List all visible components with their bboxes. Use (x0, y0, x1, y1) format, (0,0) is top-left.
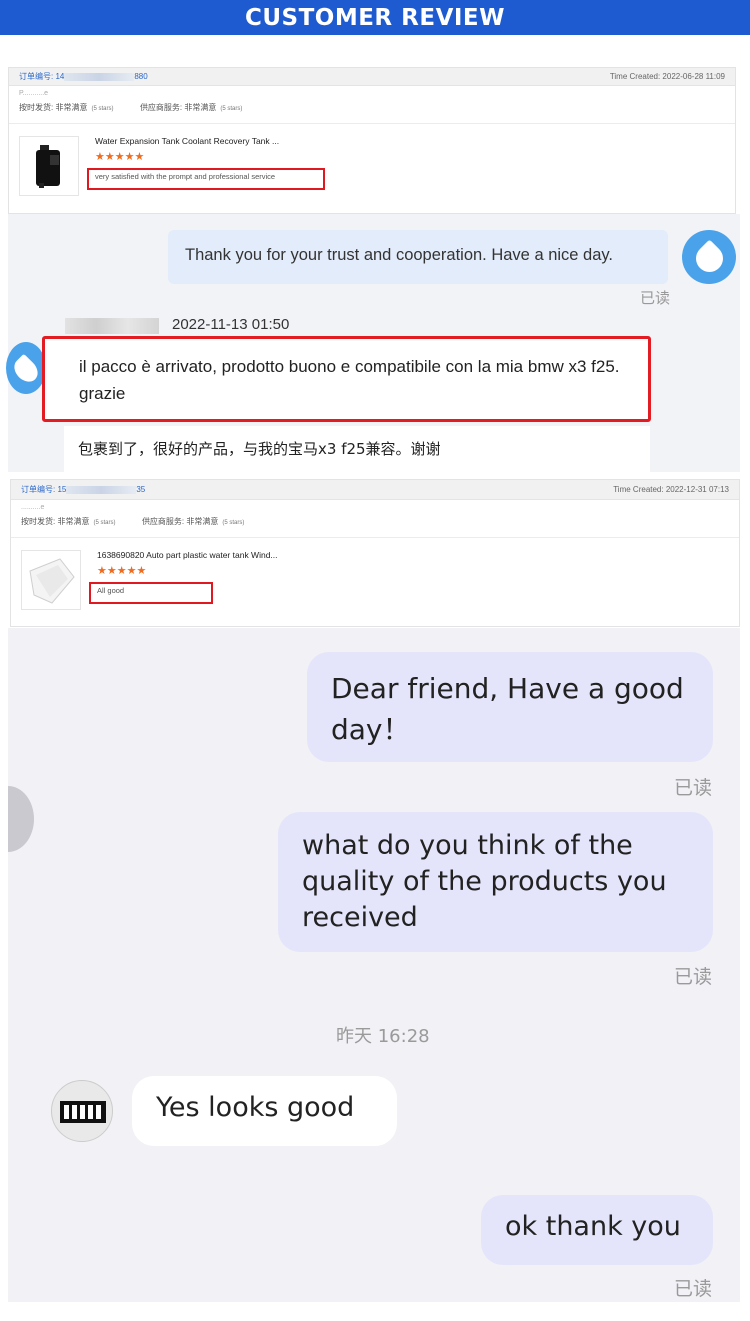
chat-panel: Dear friend, Have a good day！ 已读 what do… (8, 628, 740, 1302)
chat-panel: Thank you for your trust and cooperation… (6, 214, 740, 472)
order-number-label: 订单编号: 14 (19, 72, 65, 81)
water-drop-avatar-icon[interactable] (682, 230, 736, 284)
seller-message: ok thank you (481, 1195, 713, 1265)
page-title: CUSTOMER REVIEW (244, 4, 506, 31)
translation-text: 包裹到了，很好的产品，与我的宝马x3 f25兼容。谢谢 (64, 426, 650, 472)
buyer-message-text: il pacco è arrivato, prodotto buono e co… (79, 357, 620, 403)
shipping-rating: 按时发货: 非常满意 (21, 517, 90, 526)
buyer-message-text: Yes looks good (156, 1092, 355, 1123)
order-card: 订单编号: 14 880 Time Created: 2022-06-28 11:… (8, 67, 736, 214)
shipping-stars: (5 stars) (91, 106, 114, 112)
chat-timestamp: 昨天 16:28 (336, 1026, 430, 1047)
product-name[interactable]: Water Expansion Tank Coolant Recovery Ta… (95, 136, 279, 146)
redacted-order-number (64, 72, 135, 81)
buyer-message-highlight: il pacco è arrivato, prodotto buono e co… (42, 336, 651, 422)
message-timestamp: 2022-11-13 01:50 (172, 316, 290, 333)
seller-message-text: Thank you for your trust and cooperation… (185, 246, 614, 264)
order-card: 订单编号: 15 35 Time Created: 2022-12-31 07:1… (10, 479, 740, 627)
seller-message: Thank you for your trust and cooperation… (168, 230, 668, 284)
order-bar: 订单编号: 14 880 Time Created: 2022-06-28 11:… (9, 68, 735, 86)
time-created: Time Created: 2022-12-31 07:13 (613, 485, 729, 494)
service-stars: (5 stars) (222, 520, 245, 526)
water-tank-image (29, 558, 75, 604)
seller-message-text: what do you think of the quality of the … (302, 830, 667, 933)
buyer-name: P...........e (19, 90, 49, 97)
read-status: 已读 (674, 966, 713, 988)
read-status: 已读 (674, 777, 713, 799)
tire-avatar-icon[interactable] (51, 1080, 113, 1142)
order-number-tail: 35 (136, 485, 146, 494)
order-item: 1638690820 Auto part plastic water tank … (11, 538, 739, 622)
feedback-highlight: All good (89, 582, 213, 604)
buyer-name: ..........e (21, 504, 45, 511)
seller-message-text: ok thank you (505, 1211, 681, 1242)
water-drop-avatar-icon[interactable] (6, 342, 46, 394)
seller-message: what do you think of the quality of the … (278, 812, 713, 952)
shipping-stars: (5 stars) (93, 520, 116, 526)
seller-message-text: Dear friend, Have a good day！ (331, 672, 684, 746)
page-header: CUSTOMER REVIEW (0, 0, 750, 35)
read-status: 已读 (674, 1278, 713, 1300)
redacted-buyer-name (65, 318, 159, 334)
shipping-rating: 按时发货: 非常满意 (19, 103, 88, 112)
time-created: Time Created: 2022-06-28 11:09 (609, 72, 725, 81)
order-bar: 订单编号: 15 35 Time Created: 2022-12-31 07:1… (11, 480, 739, 500)
translation-text-content: 包裹到了，很好的产品，与我的宝马x3 f25兼容。谢谢 (78, 440, 441, 458)
product-name[interactable]: 1638690820 Auto part plastic water tank … (97, 550, 278, 560)
service-rating: 供应商服务: 非常满意 (141, 517, 219, 526)
service-rating: 供应商服务: 非常满意 (139, 103, 217, 112)
product-thumbnail[interactable] (21, 550, 81, 610)
order-ratings: ..........e 按时发货: 非常满意 (5 stars) 供应商服务: 非… (11, 500, 739, 538)
order-number-label: 订单编号: 15 (21, 485, 67, 494)
order-item: Water Expansion Tank Coolant Recovery Ta… (9, 124, 735, 208)
order-number-tail: 880 (134, 72, 148, 81)
feedback-highlight: very satisfied with the prompt and profe… (87, 168, 325, 190)
order-ratings: P...........e 按时发货: 非常满意 (5 stars) 供应商服务:… (9, 86, 735, 124)
scroll-handle[interactable] (8, 786, 34, 852)
read-status: 已读 (640, 290, 671, 307)
redacted-order-number (66, 485, 137, 494)
star-icon: ★★★★★ (95, 151, 145, 163)
service-stars: (5 stars) (220, 106, 243, 112)
coolant-tank-image (36, 145, 60, 188)
star-icon: ★★★★★ (97, 565, 147, 577)
seller-message: Dear friend, Have a good day！ (307, 652, 713, 762)
buyer-message: Yes looks good (132, 1076, 397, 1146)
product-thumbnail[interactable] (19, 136, 79, 196)
